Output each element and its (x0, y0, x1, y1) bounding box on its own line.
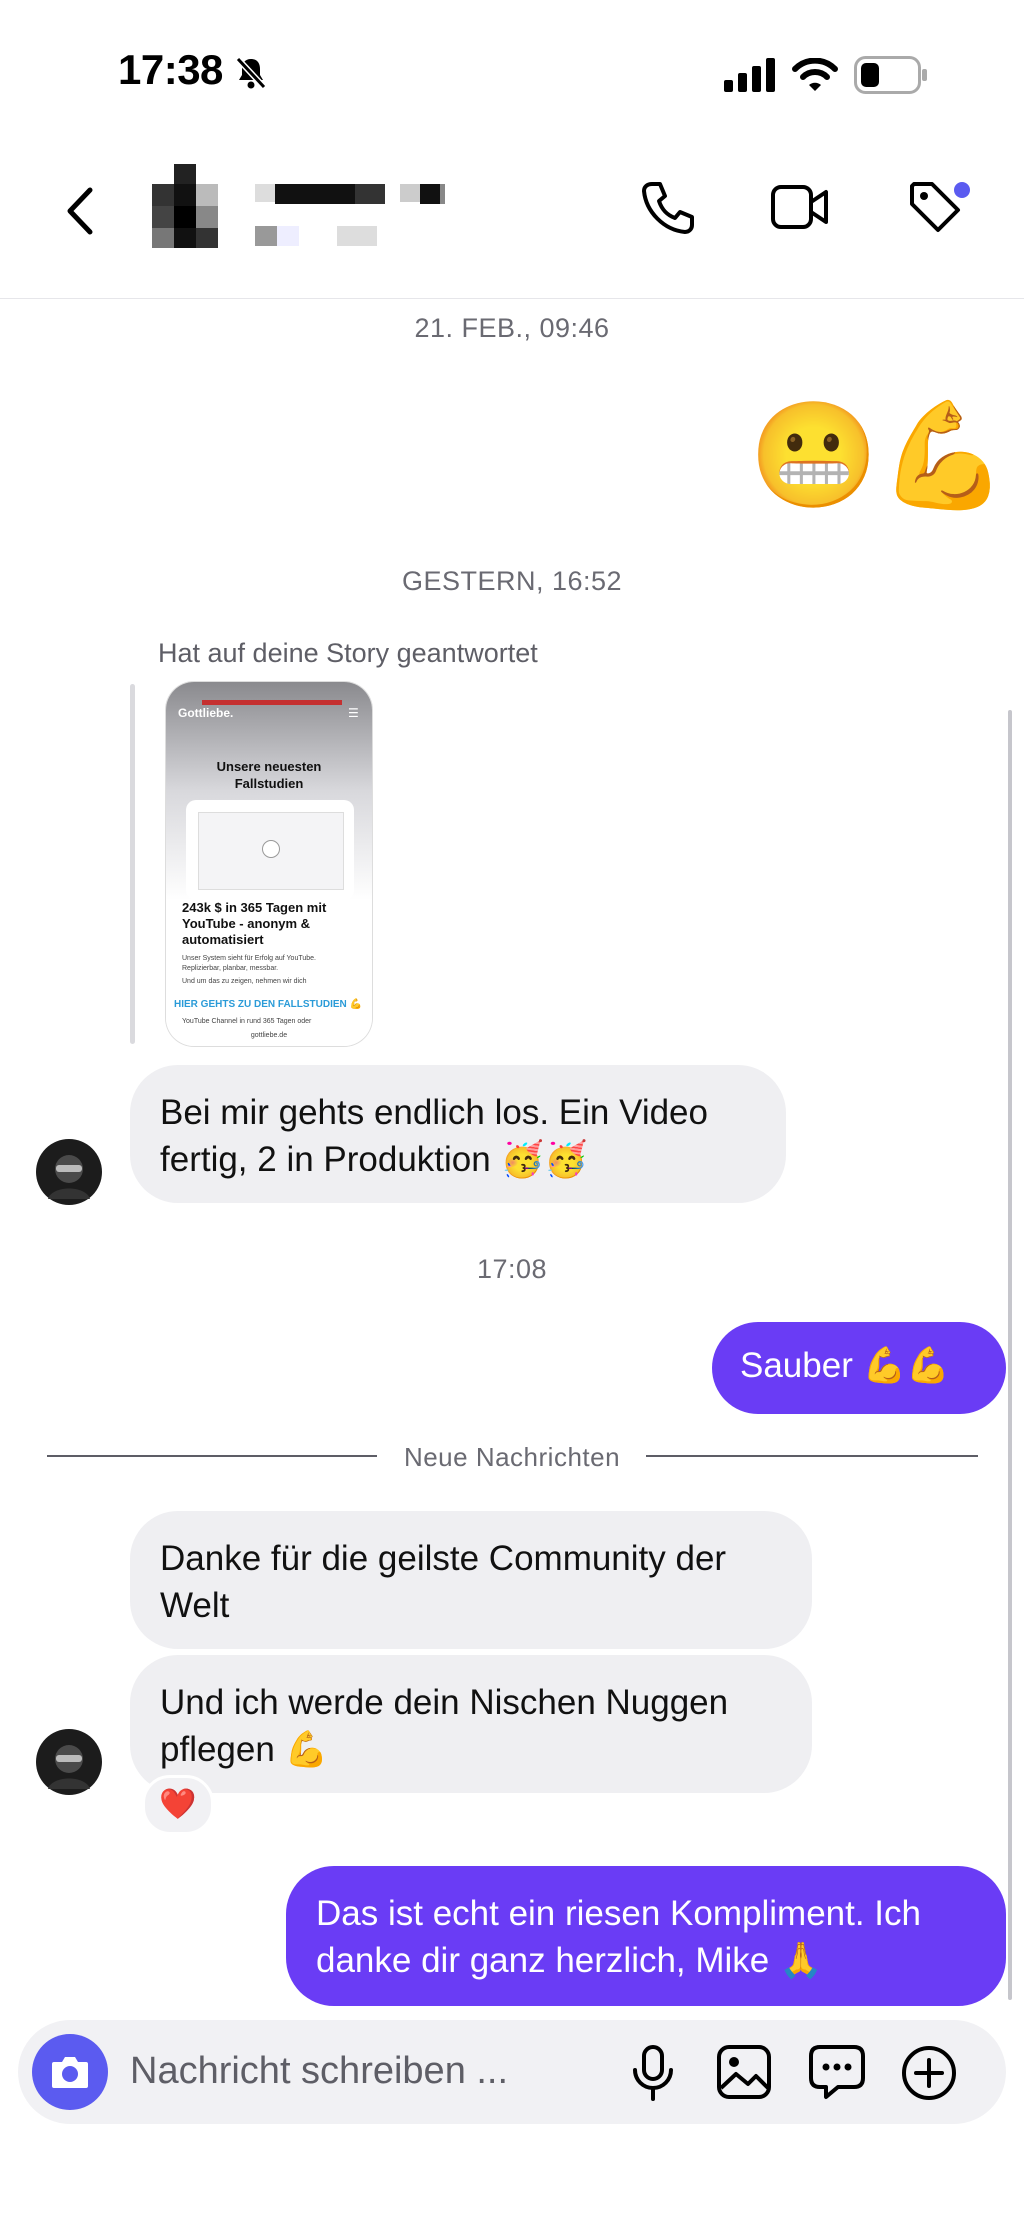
story-body: Unser System sieht für Erfolg auf YouTub… (182, 955, 316, 972)
outgoing-message[interactable]: Das ist echt ein riesen Kompliment. Ich … (286, 1866, 1006, 2006)
story-preview[interactable]: Gottliebe. ☰ Unsere neuesten Fallstudien… (166, 682, 372, 1046)
contact-avatar[interactable] (152, 164, 218, 248)
incoming-message[interactable]: Danke für die geilste Community der Welt (130, 1511, 812, 1649)
story-headline: 243k $ in 365 Tagen mit YouTube - anonym… (182, 900, 327, 947)
story-body-2: Und um das zu zeigen, nehmen wir dich (182, 978, 307, 985)
heart-reaction[interactable]: ❤️ (142, 1775, 214, 1835)
story-menu-icon: ☰ (348, 706, 359, 720)
contact-name[interactable] (255, 184, 445, 248)
story-cta: HIER GEHTS ZU DEN FALLSTUDIEN 💪 (174, 994, 364, 1016)
video-camera-icon[interactable] (770, 184, 830, 230)
timestamp: 17:08 (476, 1254, 548, 1284)
camera-button[interactable] (32, 2034, 108, 2110)
story-title: Unsere neuesten Fallstudien (216, 759, 322, 791)
story-domain: gottliebe.de (250, 1032, 288, 1039)
story-footer-line: YouTube Channel in rund 365 Tagen oder (182, 1018, 312, 1025)
incoming-message[interactable]: Bei mir gehts endlich los. Ein Video fer… (130, 1065, 786, 1203)
back-chevron-icon[interactable] (64, 186, 96, 236)
divider-line (646, 1455, 978, 1457)
tag-icon[interactable] (906, 178, 974, 238)
status-time: 17:38 (118, 46, 223, 93)
story-screenshot-card (186, 800, 354, 900)
signal-icon (724, 58, 775, 92)
message-input-placeholder[interactable]: Nachricht schreiben ... (130, 2050, 508, 2093)
timestamp: 21. FEB., 09:46 (414, 313, 610, 343)
sender-avatar[interactable] (36, 1729, 102, 1795)
story-brand: Gottliebe. (178, 706, 234, 720)
new-messages-label: Neue Nachrichten (403, 1442, 621, 1472)
sender-avatar[interactable] (36, 1139, 102, 1205)
story-reply-bar (130, 684, 135, 1044)
sticker-icon[interactable] (808, 2044, 866, 2100)
emoji-message[interactable]: 😬💪 (746, 390, 1008, 520)
plus-circle-icon[interactable] (900, 2044, 958, 2102)
timestamp: GESTERN, 16:52 (401, 566, 623, 596)
notification-dot (954, 182, 970, 198)
bell-slash-icon (235, 56, 267, 90)
scrollbar[interactable] (1008, 710, 1012, 2000)
microphone-icon[interactable] (630, 2044, 676, 2102)
image-icon[interactable] (716, 2044, 772, 2100)
wifi-icon (792, 58, 838, 91)
phone-icon[interactable] (640, 180, 696, 236)
battery-icon (854, 56, 927, 94)
play-icon (262, 840, 280, 858)
story-reply-label: Hat auf deine Story geantwortet (158, 638, 538, 668)
incoming-message[interactable]: Und ich werde dein Nischen Nuggen pflege… (130, 1655, 812, 1793)
outgoing-message[interactable]: Sauber 💪💪 (712, 1322, 1006, 1414)
camera-icon (52, 2057, 88, 2088)
